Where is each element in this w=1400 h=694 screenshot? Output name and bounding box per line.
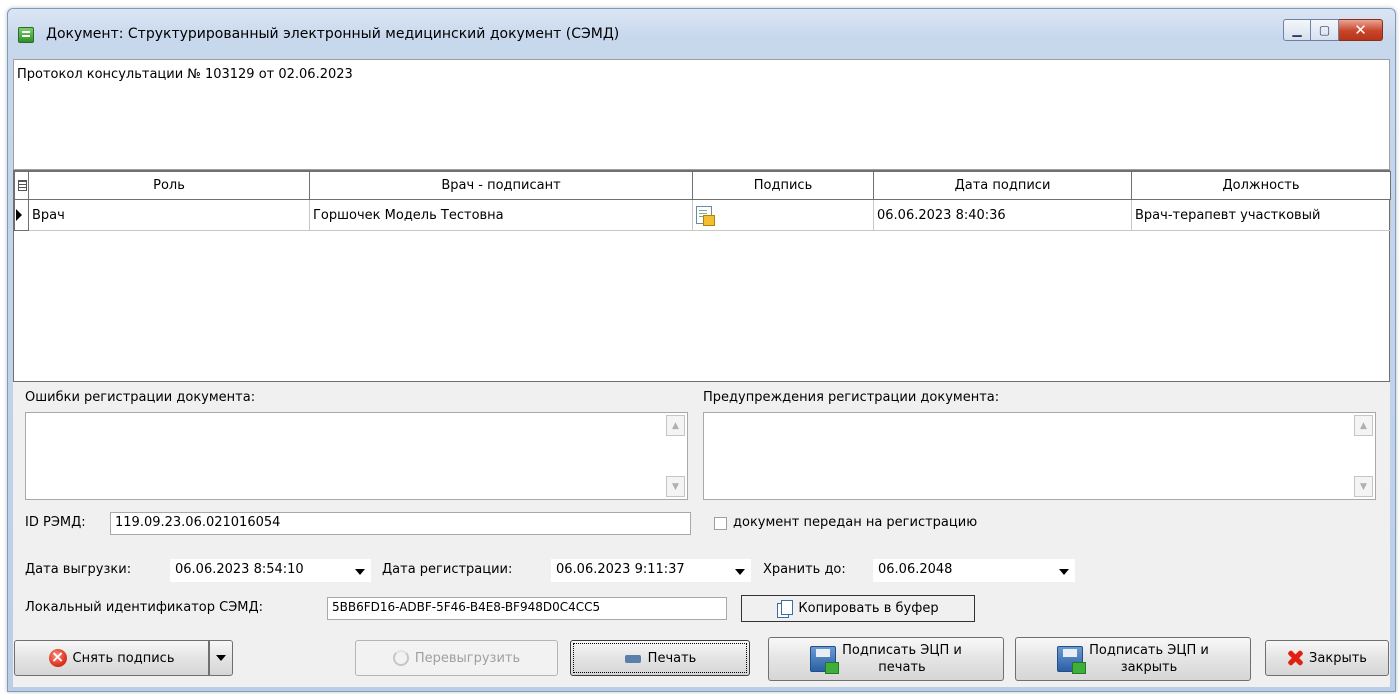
reupload-label: Перевыгрузить <box>414 650 521 666</box>
column-header-signer[interactable]: Врач - подписант <box>309 171 693 200</box>
sign-and-close-line2: закрыть <box>1120 660 1178 675</box>
remove-signature-icon <box>48 647 67 667</box>
column-header-position[interactable]: Должность <box>1131 171 1391 200</box>
copy-icon <box>777 600 794 618</box>
window-client-area: Протокол консультации № 103129 от 02.06.… <box>13 59 1391 687</box>
printer-icon <box>624 650 642 667</box>
minimize-icon: ▁ <box>1292 23 1302 37</box>
document-window: Документ: Структурированный электронный … <box>7 8 1396 692</box>
scroll-down-icon[interactable]: ▼ <box>666 476 685 497</box>
keep-until-combo[interactable]: 06.06.2048 <box>873 559 1075 582</box>
remove-signature-label: Снять подпись <box>72 650 175 666</box>
scroll-up-icon[interactable]: ▲ <box>1354 415 1373 436</box>
red-x-icon <box>1287 650 1303 666</box>
chevron-down-icon[interactable] <box>735 569 745 575</box>
row-indicator <box>14 199 29 231</box>
keep-until-value: 06.06.2048 <box>878 562 953 577</box>
column-header-sign-date[interactable]: Дата подписи <box>873 171 1132 200</box>
remd-id-value: 119.09.23.06.021016054 <box>115 515 281 530</box>
document-name-text: Протокол консультации № 103129 от 02.06.… <box>17 67 353 82</box>
close-icon: ✕ <box>1354 21 1367 39</box>
warnings-label: Предупреждения регистрации документа: <box>703 390 1000 405</box>
chevron-down-icon <box>216 655 226 661</box>
keep-until-label: Хранить до: <box>763 562 846 577</box>
print-label: Печать <box>647 650 697 666</box>
remd-id-label: ID РЭМД: <box>25 515 86 530</box>
column-list-icon <box>18 180 27 191</box>
scroll-up-icon[interactable]: ▲ <box>666 415 685 436</box>
warnings-scrollbar[interactable]: ▲ ▼ <box>1354 415 1373 497</box>
sign-and-print-line1: Подписать ЭЦП и <box>842 643 962 658</box>
sign-save-icon <box>1057 646 1087 674</box>
sign-and-print-line2: печать <box>878 660 926 675</box>
sign-and-close-button[interactable]: Подписать ЭЦП и закрыть <box>1015 637 1251 681</box>
column-header-role[interactable]: Роль <box>28 171 310 200</box>
warnings-memo[interactable]: ▲ ▼ <box>703 412 1376 500</box>
table-header-row: Роль Врач - подписант Подпись Дата подпи… <box>14 171 1391 200</box>
sent-to-registration-label: документ передан на регистрацию <box>733 515 978 530</box>
sign-and-print-button[interactable]: Подписать ЭЦП и печать <box>768 637 1004 681</box>
remd-id-field[interactable]: 119.09.23.06.021016054 <box>110 512 691 535</box>
scroll-down-icon[interactable]: ▼ <box>1354 476 1373 497</box>
errors-memo[interactable]: ▲ ▼ <box>25 412 688 500</box>
document-name-field[interactable]: Протокол консультации № 103129 от 02.06.… <box>13 59 1390 170</box>
maximize-icon: ▢ <box>1318 23 1331 37</box>
cell-position[interactable]: Врач-терапевт участковый <box>1131 199 1391 231</box>
sign-and-close-label: Подписать ЭЦП и закрыть <box>1089 642 1209 676</box>
cell-signature[interactable] <box>692 199 874 231</box>
current-row-arrow-icon <box>16 209 22 221</box>
signers-grid[interactable]: Роль Врач - подписант Подпись Дата подпи… <box>13 170 1391 382</box>
copy-button-label: Копировать в буфер <box>798 601 939 616</box>
close-label: Закрыть <box>1309 650 1367 666</box>
signed-document-icon[interactable] <box>696 206 715 226</box>
upload-date-label: Дата выгрузки: <box>25 562 132 577</box>
chevron-down-icon[interactable] <box>355 569 365 575</box>
close-button[interactable]: Закрыть <box>1265 640 1389 676</box>
print-button[interactable]: Печать <box>570 640 750 676</box>
sign-save-icon <box>810 646 840 674</box>
upload-date-value: 06.06.2023 8:54:10 <box>175 562 304 577</box>
cell-sign-date[interactable]: 06.06.2023 8:40:36 <box>873 199 1132 231</box>
table-row[interactable]: Врач Горшочек Модель Тестовна 06.06.2023… <box>14 199 1391 231</box>
document-app-icon <box>18 27 34 43</box>
sign-and-print-label: Подписать ЭЦП и печать <box>842 642 962 676</box>
registration-date-value: 06.06.2023 9:11:37 <box>556 562 685 577</box>
remove-signature-button[interactable]: Снять подпись <box>14 640 209 676</box>
remove-signature-dropdown[interactable] <box>209 640 233 676</box>
local-id-field[interactable]: 5BB6FD16-ADBF-5F46-B4E8-BF948D0C4CC5 <box>327 597 727 620</box>
sent-to-registration-checkbox[interactable] <box>714 517 727 530</box>
reupload-button[interactable]: Перевыгрузить <box>355 640 558 676</box>
sign-and-close-line1: Подписать ЭЦП и <box>1089 643 1209 658</box>
maximize-button[interactable]: ▢ <box>1311 19 1339 41</box>
upload-date-combo[interactable]: 06.06.2023 8:54:10 <box>170 559 371 582</box>
column-chooser[interactable] <box>14 171 29 200</box>
cell-signer[interactable]: Горшочек Модель Тестовна <box>309 199 693 231</box>
window-title: Документ: Структурированный электронный … <box>46 26 620 42</box>
local-id-label: Локальный идентификатор СЭМД: <box>25 600 264 615</box>
signers-table: Роль Врач - подписант Подпись Дата подпи… <box>14 171 1391 231</box>
errors-label: Ошибки регистрации документа: <box>25 390 256 405</box>
local-id-value: 5BB6FD16-ADBF-5F46-B4E8-BF948D0C4CC5 <box>332 600 601 614</box>
registration-date-label: Дата регистрации: <box>382 562 513 577</box>
copy-to-clipboard-button[interactable]: Копировать в буфер <box>741 595 975 622</box>
close-window-button[interactable]: ✕ <box>1339 19 1383 41</box>
window-controls: ▁ ▢ ✕ <box>1283 19 1383 41</box>
column-header-signature[interactable]: Подпись <box>692 171 874 200</box>
registration-date-combo[interactable]: 06.06.2023 9:11:37 <box>551 559 751 582</box>
errors-scrollbar[interactable]: ▲ ▼ <box>666 415 685 497</box>
cell-role[interactable]: Врач <box>28 199 310 231</box>
title-bar[interactable]: Документ: Структурированный электронный … <box>8 9 1395 53</box>
minimize-button[interactable]: ▁ <box>1283 19 1311 41</box>
reupload-icon <box>392 650 409 666</box>
chevron-down-icon[interactable] <box>1059 569 1069 575</box>
